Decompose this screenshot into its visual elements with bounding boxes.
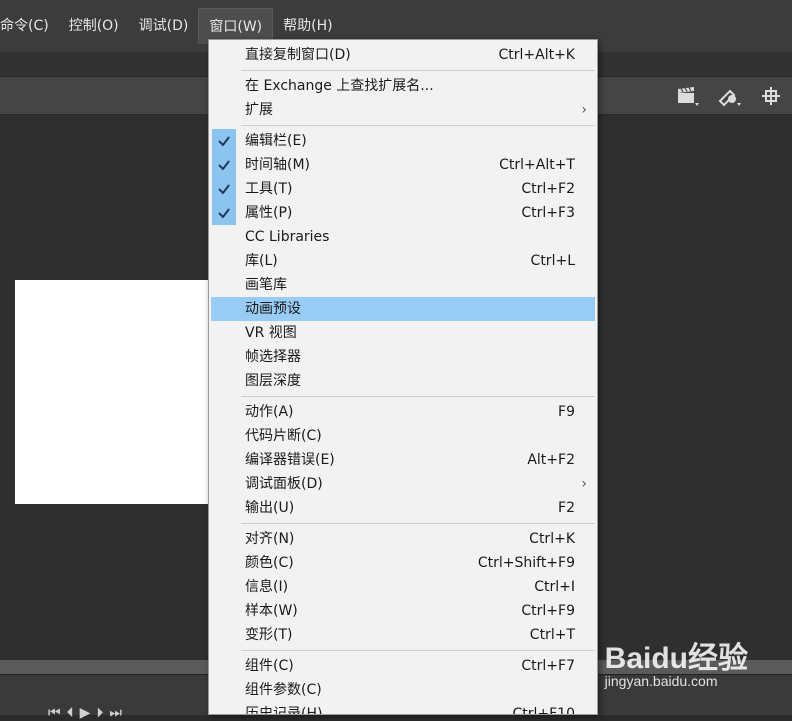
menu-commands[interactable]: 命令(C) [0, 8, 59, 44]
menu-item-label: 画笔库 [245, 277, 287, 293]
baidu-watermark: Baidu经验 jingyan.baidu.com [605, 633, 748, 689]
menu-item-shortcut: Ctrl+F10 [512, 706, 575, 715]
menu-item-library[interactable]: 库(L) Ctrl+L [209, 249, 597, 273]
checkmark-icon [212, 153, 236, 177]
menu-item-shortcut: Ctrl+L [530, 253, 575, 269]
menu-item-shortcut: F2 [558, 500, 575, 516]
menu-item-brush-library[interactable]: 画笔库 [209, 273, 597, 297]
menu-item-editbar[interactable]: 编辑栏(E) [209, 129, 597, 153]
checkmark-icon [212, 129, 236, 153]
menu-item-cc-libraries[interactable]: CC Libraries [209, 225, 597, 249]
menu-item-label: 帧选择器 [245, 349, 301, 365]
menu-item-actions[interactable]: 动作(A) F9 [209, 400, 597, 424]
menu-item-shortcut: Ctrl+Shift+F9 [477, 555, 575, 571]
crosshair-icon[interactable] [758, 83, 784, 109]
clapper-icon[interactable] [674, 83, 700, 109]
menu-item-duplicate-window[interactable]: 直接复制窗口(D) Ctrl+Alt+K [209, 43, 597, 67]
menu-item-label: 动作(A) [245, 404, 294, 420]
menu-item-tools[interactable]: 工具(T) Ctrl+F2 [209, 177, 597, 201]
last-frame-icon[interactable]: ⏭ [109, 705, 122, 721]
menu-item-shortcut: Ctrl+Alt+T [499, 157, 575, 173]
menu-item-label: 输出(U) [245, 500, 295, 516]
menu-item-shortcut: Ctrl+F2 [521, 181, 575, 197]
menu-item-label: 对齐(N) [245, 531, 295, 547]
menu-item-label: 代码片断(C) [245, 428, 322, 444]
first-frame-icon[interactable]: ⏮ [48, 705, 61, 721]
menu-item-color[interactable]: 颜色(C) Ctrl+Shift+F9 [209, 551, 597, 575]
menu-item-shortcut: Ctrl+F9 [521, 603, 575, 619]
menu-item-shortcut: Ctrl+K [529, 531, 575, 547]
prev-frame-icon[interactable]: ⏴ [67, 705, 74, 721]
menu-item-label: 工具(T) [245, 181, 293, 197]
menu-control[interactable]: 控制(O) [59, 8, 129, 44]
menu-separator [241, 650, 595, 651]
menu-item-vr-view[interactable]: VR 视图 [209, 321, 597, 345]
transform-icon[interactable] [716, 83, 742, 109]
window-dropdown-menu: 直接复制窗口(D) Ctrl+Alt+K 在 Exchange 上查找扩展名..… [208, 39, 598, 715]
menu-item-shortcut: Alt+F2 [527, 452, 575, 468]
menu-item-shortcut: Ctrl+T [529, 627, 575, 643]
menu-debug[interactable]: 调试(D) [129, 8, 199, 44]
menu-item-timeline[interactable]: 时间轴(M) Ctrl+Alt+T [209, 153, 597, 177]
menu-item-compiler-errors[interactable]: 编译器错误(E) Alt+F2 [209, 448, 597, 472]
menu-item-transform[interactable]: 变形(T) Ctrl+T [209, 623, 597, 647]
next-frame-icon[interactable]: ⏵ [96, 705, 103, 721]
menu-item-label: 历史记录(H) [245, 706, 323, 715]
menu-item-label: 属性(P) [245, 205, 293, 221]
menu-item-label: VR 视图 [245, 325, 297, 341]
menu-separator [241, 523, 595, 524]
menu-separator [241, 396, 595, 397]
menu-item-shortcut: Ctrl+I [534, 579, 575, 595]
menu-item-history[interactable]: 历史记录(H) Ctrl+F10 [209, 702, 597, 715]
checkmark-icon [212, 201, 236, 225]
menu-item-label: 信息(I) [245, 579, 289, 595]
menu-item-label: 变形(T) [245, 627, 293, 643]
menu-item-shortcut: F9 [558, 404, 575, 420]
submenu-arrow-icon: › [581, 102, 587, 118]
menu-item-properties[interactable]: 属性(P) Ctrl+F3 [209, 201, 597, 225]
menu-item-label: 颜色(C) [245, 555, 294, 571]
menu-separator [241, 70, 595, 71]
menu-item-label: 图层深度 [245, 373, 301, 389]
menu-item-label: 直接复制窗口(D) [245, 47, 351, 63]
play-icon[interactable]: ▶ [80, 705, 91, 721]
menu-item-components[interactable]: 组件(C) Ctrl+F7 [209, 654, 597, 678]
menu-item-output[interactable]: 输出(U) F2 [209, 496, 597, 520]
menu-item-component-parameters[interactable]: 组件参数(C) [209, 678, 597, 702]
menu-item-label: 调试面板(D) [245, 476, 323, 492]
menu-item-shortcut: Ctrl+F3 [521, 205, 575, 221]
menu-item-label: 样本(W) [245, 603, 298, 619]
menu-item-info[interactable]: 信息(I) Ctrl+I [209, 575, 597, 599]
menu-item-label: 编译器错误(E) [245, 452, 335, 468]
menu-item-shortcut: Ctrl+Alt+K [498, 47, 575, 63]
menu-item-extensions[interactable]: 扩展 › [209, 98, 597, 122]
menu-item-label: 组件参数(C) [245, 682, 322, 698]
menu-item-label: 组件(C) [245, 658, 294, 674]
menu-item-debug-panels[interactable]: 调试面板(D) › [209, 472, 597, 496]
menu-item-frame-picker[interactable]: 帧选择器 [209, 345, 597, 369]
menu-item-label: 在 Exchange 上查找扩展名... [245, 78, 434, 94]
menu-item-label: 时间轴(M) [245, 157, 311, 173]
checkmark-icon [212, 177, 236, 201]
menu-item-shortcut: Ctrl+F7 [521, 658, 575, 674]
menu-item-swatches[interactable]: 样本(W) Ctrl+F9 [209, 599, 597, 623]
menu-item-label: 编辑栏(E) [245, 133, 307, 149]
menu-item-code-snippets[interactable]: 代码片断(C) [209, 424, 597, 448]
menu-item-layer-depth[interactable]: 图层深度 [209, 369, 597, 393]
stage-canvas[interactable] [15, 280, 215, 504]
menu-separator [241, 125, 595, 126]
watermark-brand: Baidu经验 [604, 642, 748, 675]
menu-item-find-extensions[interactable]: 在 Exchange 上查找扩展名... [209, 74, 597, 98]
submenu-arrow-icon: › [581, 476, 587, 492]
menu-item-label: 扩展 [245, 102, 273, 118]
menu-item-label: CC Libraries [245, 229, 330, 245]
menu-item-motion-presets[interactable]: 动画预设 [211, 297, 595, 321]
menu-item-align[interactable]: 对齐(N) Ctrl+K [209, 527, 597, 551]
menu-item-label: 库(L) [245, 253, 278, 269]
menu-item-label: 动画预设 [245, 301, 301, 317]
